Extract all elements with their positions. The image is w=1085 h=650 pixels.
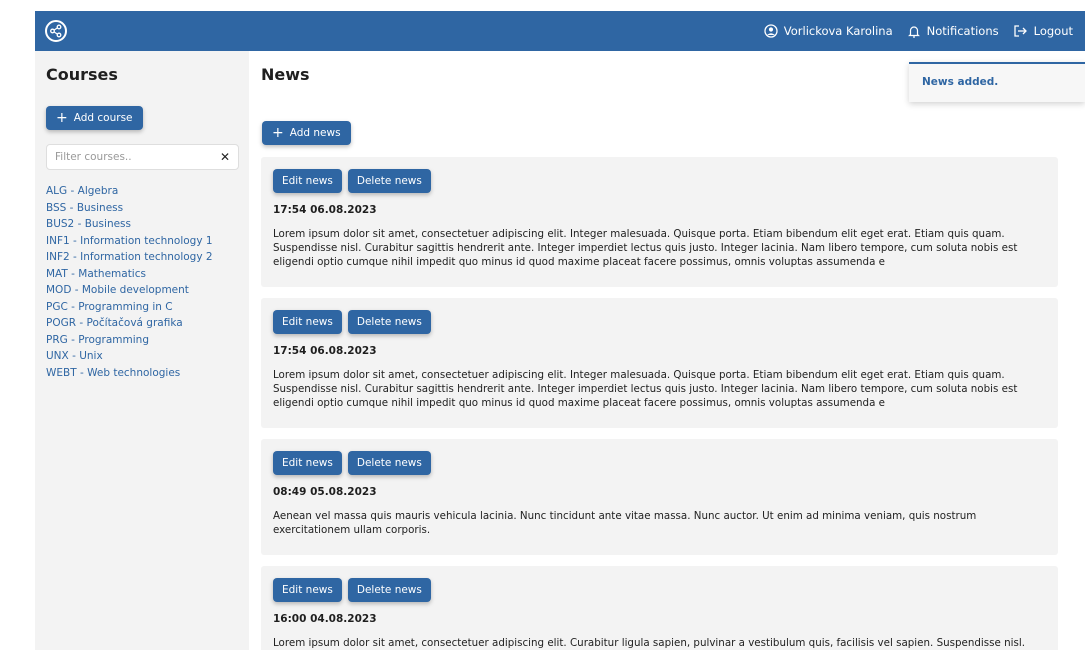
- filter-courses: ✕: [46, 144, 239, 170]
- plus-icon: +: [272, 125, 284, 141]
- navbar: Vorlickova Karolina Notifications Logout: [35, 11, 1085, 51]
- toast-notification: News added.: [909, 62, 1085, 102]
- clear-filter-icon[interactable]: ✕: [220, 150, 230, 164]
- user-circle-icon: [764, 24, 778, 38]
- course-link[interactable]: MOD - Mobile development: [46, 282, 238, 299]
- add-news-label: Add news: [289, 127, 341, 139]
- delete-news-button[interactable]: Delete news: [347, 451, 431, 475]
- news-actions: Edit news Delete news: [273, 169, 1046, 193]
- edit-news-button[interactable]: Edit news: [273, 451, 342, 475]
- news-card: Edit news Delete news 16:00 04.08.2023 L…: [261, 566, 1058, 650]
- add-news-button[interactable]: + Add news: [262, 121, 351, 145]
- user-name: Vorlickova Karolina: [783, 24, 893, 38]
- user-menu[interactable]: Vorlickova Karolina: [764, 24, 893, 38]
- delete-news-button[interactable]: Delete news: [347, 169, 431, 193]
- plus-icon: +: [56, 110, 68, 126]
- add-course-label: Add course: [73, 112, 133, 124]
- top-strip: [0, 0, 1085, 11]
- news-actions: Edit news Delete news: [273, 578, 1046, 602]
- sidebar-title: Courses: [46, 65, 118, 84]
- main-content: News News added. + Add news Edit news De…: [249, 51, 1085, 650]
- notifications-link[interactable]: Notifications: [907, 24, 999, 38]
- add-course-button[interactable]: + Add course: [46, 106, 143, 130]
- course-link[interactable]: INF2 - Information technology 2: [46, 249, 238, 266]
- course-link[interactable]: WEBT - Web technologies: [46, 365, 238, 382]
- bell-icon: [907, 26, 920, 38]
- logout-label: Logout: [1033, 24, 1073, 38]
- page-title: News: [261, 65, 310, 84]
- logout-link[interactable]: Logout: [1013, 24, 1073, 38]
- delete-news-button[interactable]: Delete news: [347, 578, 431, 602]
- news-text: Aenean vel massa quis mauris vehicula la…: [273, 510, 977, 536]
- course-list: ALG - Algebra BSS - Business BUS2 - Busi…: [46, 183, 238, 381]
- share-icon[interactable]: [45, 20, 67, 42]
- app: Vorlickova Karolina Notifications Logout…: [0, 0, 1085, 650]
- news-date: 16:00 04.08.2023: [273, 613, 377, 625]
- course-link[interactable]: PGC - Programming in C: [46, 299, 238, 316]
- sidebar: Courses + Add course ✕ ALG - Algebra BSS…: [35, 51, 249, 650]
- course-link[interactable]: ALG - Algebra: [46, 183, 238, 200]
- course-link[interactable]: BUS2 - Business: [46, 216, 238, 233]
- delete-news-button[interactable]: Delete news: [347, 310, 431, 334]
- edit-news-button[interactable]: Edit news: [273, 578, 342, 602]
- filter-courses-input[interactable]: [55, 151, 205, 163]
- course-link[interactable]: UNX - Unix: [46, 348, 238, 365]
- news-card: Edit news Delete news 17:54 06.08.2023 L…: [261, 157, 1058, 287]
- course-link[interactable]: POGR - Počítačová grafika: [46, 315, 238, 332]
- news-card: Edit news Delete news 17:54 06.08.2023 L…: [261, 298, 1058, 428]
- news-card: Edit news Delete news 08:49 05.08.2023 A…: [261, 439, 1058, 555]
- course-link[interactable]: BSS - Business: [46, 200, 238, 217]
- course-link[interactable]: INF1 - Information technology 1: [46, 233, 238, 250]
- news-text: Lorem ipsum dolor sit amet, consectetuer…: [273, 228, 1018, 268]
- news-text: Lorem ipsum dolor sit amet, consectetuer…: [273, 369, 1018, 409]
- course-link[interactable]: MAT - Mathematics: [46, 266, 238, 283]
- edit-news-button[interactable]: Edit news: [273, 169, 342, 193]
- news-date: 17:54 06.08.2023: [273, 345, 377, 357]
- logout-icon: [1013, 25, 1027, 37]
- news-text: Lorem ipsum dolor sit amet, consectetuer…: [273, 637, 1026, 649]
- nav-right: Vorlickova Karolina Notifications Logout: [764, 11, 1073, 51]
- notifications-label: Notifications: [926, 24, 999, 38]
- news-date: 17:54 06.08.2023: [273, 204, 377, 216]
- news-actions: Edit news Delete news: [273, 451, 1046, 475]
- news-actions: Edit news Delete news: [273, 310, 1046, 334]
- course-link[interactable]: PRG - Programming: [46, 332, 238, 349]
- edit-news-button[interactable]: Edit news: [273, 310, 342, 334]
- news-date: 08:49 05.08.2023: [273, 486, 377, 498]
